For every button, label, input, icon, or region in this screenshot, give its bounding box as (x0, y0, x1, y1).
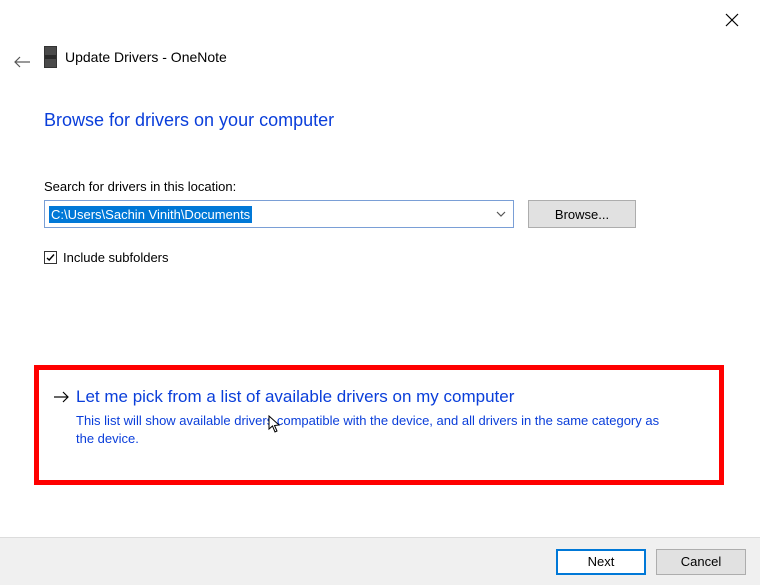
path-combobox[interactable]: C:\Users\Sachin Vinith\Documents (44, 200, 514, 228)
next-button-label: Next (588, 554, 615, 569)
browse-button[interactable]: Browse... (528, 200, 636, 228)
next-button[interactable]: Next (556, 549, 646, 575)
device-icon (44, 46, 57, 68)
include-subfolders-row[interactable]: Include subfolders (44, 250, 716, 265)
back-button[interactable] (10, 50, 34, 74)
cancel-button-label: Cancel (681, 554, 721, 569)
content-area: Browse for drivers on your computer Sear… (44, 110, 716, 265)
option-description: This list will show available drivers co… (76, 412, 676, 447)
path-label: Search for drivers in this location: (44, 179, 716, 194)
section-heading: Browse for drivers on your computer (44, 110, 716, 131)
cancel-button[interactable]: Cancel (656, 549, 746, 575)
close-button[interactable] (722, 10, 742, 30)
option-title: Let me pick from a list of available dri… (76, 386, 714, 408)
checkbox-checked-icon (44, 251, 57, 264)
chevron-down-icon (495, 208, 507, 220)
path-value: C:\Users\Sachin Vinith\Documents (49, 206, 252, 223)
arrow-right-icon (54, 390, 70, 407)
browse-button-label: Browse... (555, 207, 609, 222)
include-subfolders-label: Include subfolders (63, 250, 169, 265)
arrow-left-icon (13, 55, 31, 69)
close-icon (725, 13, 739, 27)
footer-bar: Next Cancel (0, 537, 760, 585)
window-header: Update Drivers - OneNote (44, 46, 227, 68)
pick-from-list-option[interactable]: Let me pick from a list of available dri… (54, 386, 714, 447)
window-title: Update Drivers - OneNote (65, 49, 227, 65)
